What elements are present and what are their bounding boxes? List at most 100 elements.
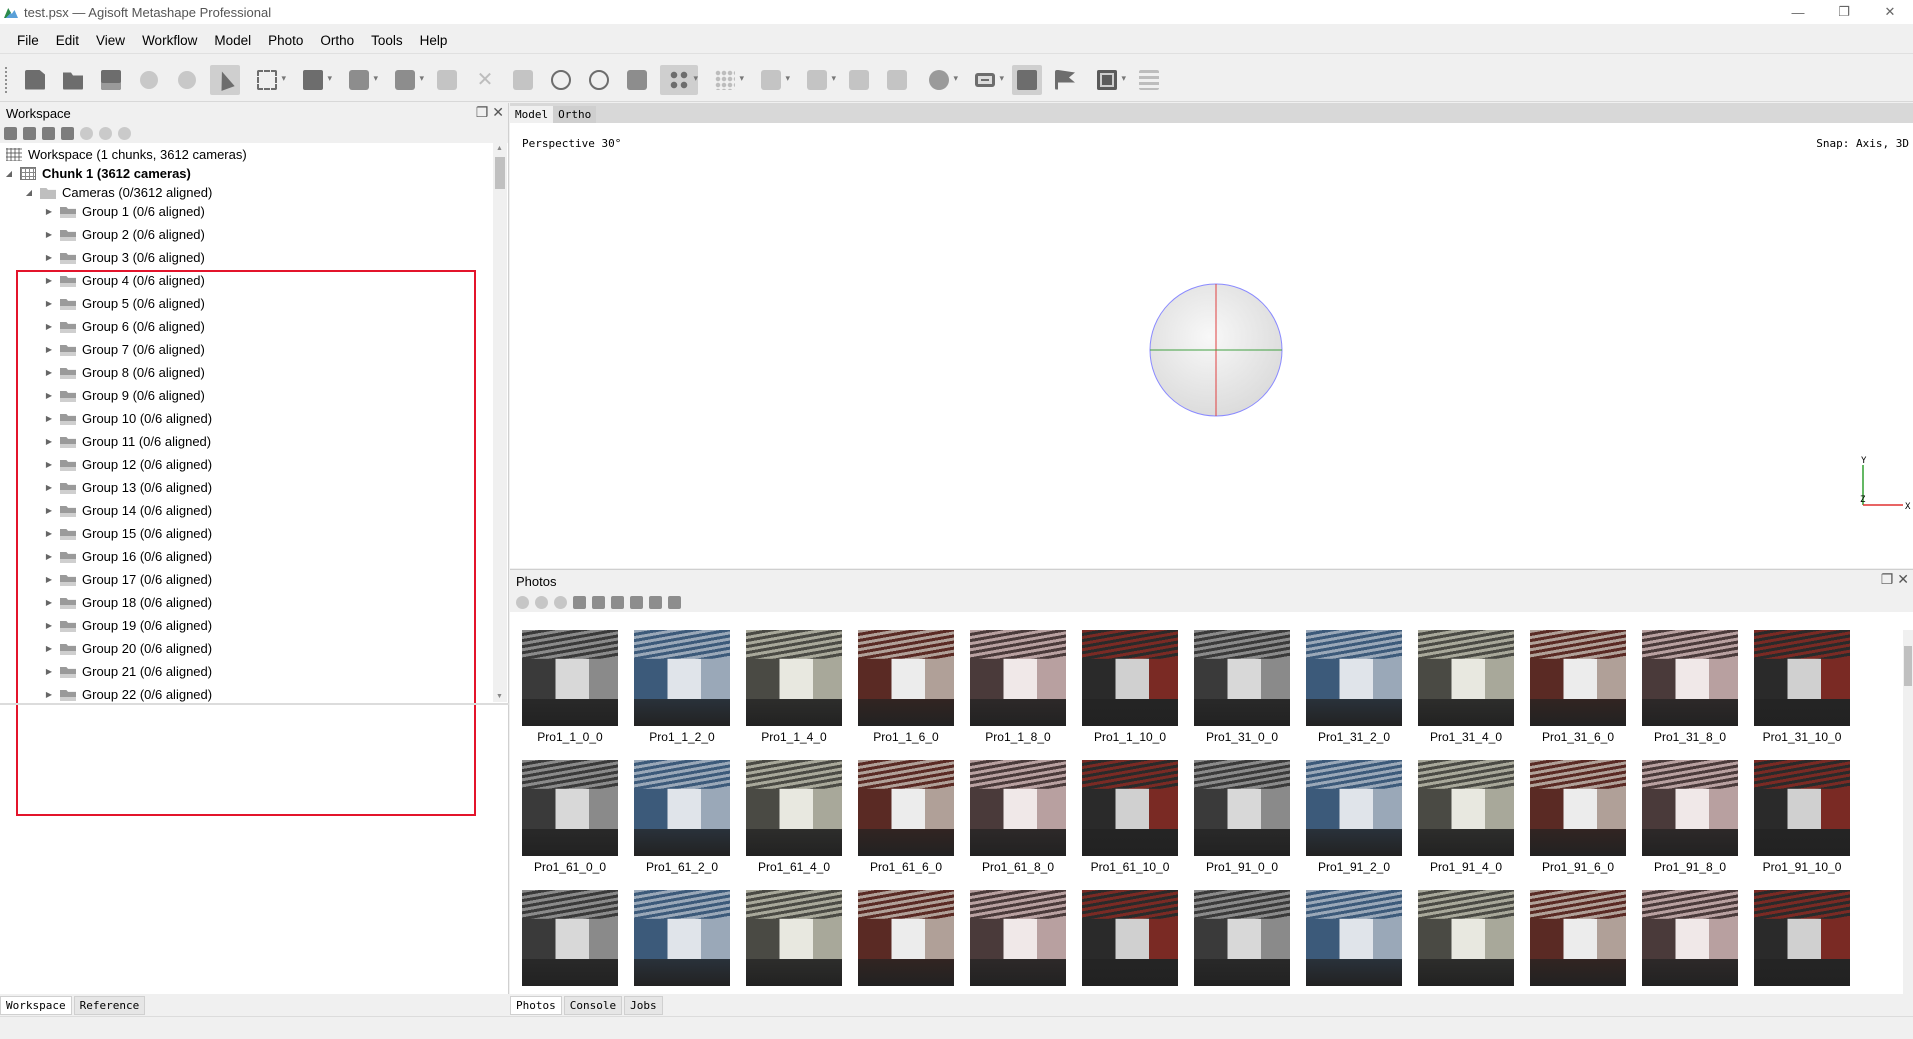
tab-workspace[interactable]: Workspace [0,995,72,1015]
expand-arrow-icon[interactable]: ▶ [44,299,54,308]
restore-button[interactable]: ❐ [1821,0,1867,24]
menu-model[interactable]: Model [207,33,261,48]
add-folder-icon[interactable] [42,126,55,140]
photo-thumbnail[interactable]: Pro1_31_2_0 [1306,630,1402,744]
expand-arrow-icon[interactable]: ▶ [44,414,54,423]
zoom-out-button[interactable] [584,65,614,95]
expand-arrow-icon[interactable]: ▶ [44,230,54,239]
close-panel-icon[interactable]: ✕ [492,104,504,121]
show-tie-points-button[interactable] [706,65,744,95]
tree-group-item[interactable]: ▶ Group 3 (0/6 aligned) [44,246,205,269]
expand-arrow-icon[interactable]: ▶ [44,391,54,400]
photo-thumbnail[interactable]: Pro1_1_6_0 [858,630,954,744]
trackball-sphere[interactable] [1148,282,1284,418]
resize-region-button[interactable] [294,65,332,95]
menu-workflow[interactable]: Workflow [135,33,207,48]
crop-selection-button[interactable] [508,65,538,95]
show-dem-button[interactable] [882,65,912,95]
filter-icon[interactable] [649,595,662,609]
tab-ortho[interactable]: Ortho [553,106,597,123]
expand-arrow-icon[interactable]: ▶ [44,322,54,331]
tree-group-item[interactable]: ▶ Group 4 (0/6 aligned) [44,269,205,292]
photo-thumbnail[interactable] [858,890,954,990]
tab-reference[interactable]: Reference [73,995,146,1015]
photo-thumbnail[interactable] [1530,890,1626,990]
workspace-scrollbar[interactable]: ▲ ▼ [493,143,507,702]
photo-thumbnail[interactable] [1194,890,1290,990]
photo-thumbnail[interactable]: Pro1_91_6_0 [1530,760,1626,874]
remove-icon[interactable] [118,126,131,140]
rotate-left-icon[interactable] [573,595,586,609]
view-mode-grid-icon[interactable] [668,595,681,609]
menu-help[interactable]: Help [413,33,458,48]
rectangle-selection-button[interactable] [248,65,286,95]
tree-group-item[interactable]: ▶ Group 14 (0/6 aligned) [44,499,212,522]
expand-chevron-icon[interactable]: ◢ [4,169,14,178]
disable-photo-icon[interactable] [535,595,548,609]
tree-group-item[interactable]: ▶ Group 17 (0/6 aligned) [44,568,212,591]
tree-group-item[interactable]: ▶ Group 12 (0/6 aligned) [44,453,212,476]
photo-thumbnail[interactable]: Pro1_91_0_0 [1194,760,1290,874]
expand-arrow-icon[interactable]: ▶ [44,621,54,630]
photo-thumbnail[interactable]: Pro1_61_2_0 [634,760,730,874]
photo-thumbnail[interactable]: Pro1_31_10_0 [1754,630,1850,744]
expand-arrow-icon[interactable]: ▶ [44,437,54,446]
menu-tools[interactable]: Tools [364,33,413,48]
show-region-button[interactable] [920,65,958,95]
remove-photo-icon[interactable] [554,595,567,609]
delete-selection-button[interactable]: ✕ [470,65,500,95]
photo-thumbnail[interactable]: Pro1_31_0_0 [1194,630,1290,744]
expand-arrow-icon[interactable]: ▶ [44,690,54,699]
show-tiled-model-button[interactable] [844,65,874,95]
photo-thumbnail[interactable] [1082,890,1178,990]
tree-group-item[interactable]: ▶ Group 7 (0/6 aligned) [44,338,205,361]
draw-shape-button[interactable] [340,65,378,95]
tree-group-item[interactable]: ▶ Group 18 (0/6 aligned) [44,591,212,614]
minimize-button[interactable]: — [1775,0,1821,24]
enable-icon[interactable] [80,126,93,140]
expand-arrow-icon[interactable]: ▶ [44,529,54,538]
photo-thumbnail[interactable]: Pro1_31_4_0 [1418,630,1514,744]
reset-mask-icon[interactable] [630,595,643,609]
photo-thumbnail[interactable]: Pro1_61_6_0 [858,760,954,874]
open-button[interactable] [58,65,88,95]
reset-view-button[interactable] [622,65,652,95]
expand-arrow-icon[interactable]: ▶ [44,276,54,285]
photo-thumbnail[interactable]: Pro1_1_8_0 [970,630,1066,744]
zoom-in-button[interactable] [546,65,576,95]
show-model-button[interactable] [798,65,836,95]
show-cameras-button[interactable] [660,64,698,95]
expand-arrow-icon[interactable]: ▶ [44,575,54,584]
tree-group-item[interactable]: ▶ Group 16 (0/6 aligned) [44,545,212,568]
scroll-up-icon[interactable]: ▲ [496,145,503,152]
add-marker-icon[interactable] [61,126,74,140]
photos-scrollbar[interactable] [1903,630,1913,995]
tree-group-item[interactable]: ▶ Group 10 (0/6 aligned) [44,407,212,430]
photo-thumbnail[interactable] [970,890,1066,990]
tree-group-item[interactable]: ▶ Group 1 (0/6 aligned) [44,200,205,223]
expand-arrow-icon[interactable]: ▶ [44,644,54,653]
photo-thumbnail[interactable] [634,890,730,990]
tree-group-item[interactable]: ▶ Group 19 (0/6 aligned) [44,614,212,637]
photo-thumbnail[interactable]: Pro1_31_8_0 [1642,630,1738,744]
disable-icon[interactable] [99,126,112,140]
float-panel-icon[interactable]: ❐ [476,104,489,121]
show-layers-button[interactable] [1134,65,1164,95]
show-shapes-button[interactable] [1012,64,1042,95]
photo-thumbnail[interactable] [522,890,618,990]
tree-group-item[interactable]: ▶ Group 9 (0/6 aligned) [44,384,205,407]
enable-photo-icon[interactable] [516,595,529,609]
show-images-button[interactable] [1088,65,1126,95]
expand-arrow-icon[interactable]: ▶ [44,667,54,676]
photo-thumbnail[interactable]: Pro1_1_0_0 [522,630,618,744]
menu-view[interactable]: View [89,33,135,48]
menu-photo[interactable]: Photo [261,33,313,48]
photo-thumbnail[interactable]: Pro1_61_10_0 [1082,760,1178,874]
expand-arrow-icon[interactable]: ▶ [44,598,54,607]
photo-thumbnail[interactable]: Pro1_61_0_0 [522,760,618,874]
expand-arrow-icon[interactable]: ▶ [44,207,54,216]
float-panel-icon[interactable]: ❐ [1881,571,1894,588]
toolbar-grip[interactable] [4,65,8,94]
photo-thumbnail[interactable] [1754,890,1850,990]
tree-group-item[interactable]: ▶ Group 22 (0/6 aligned) [44,683,212,702]
